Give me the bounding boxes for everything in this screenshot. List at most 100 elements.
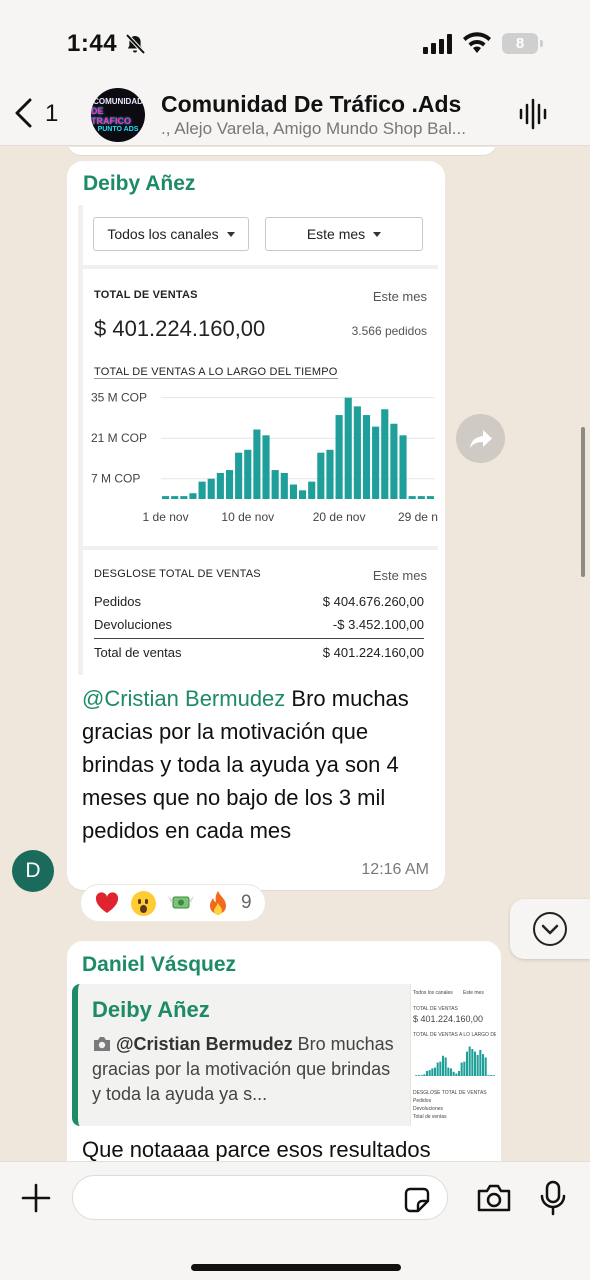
home-indicator [191, 1264, 401, 1271]
message-input-field[interactable] [72, 1175, 448, 1220]
chat-title[interactable]: Comunidad De Tráfico .Ads [161, 91, 461, 118]
chart-bar [171, 496, 179, 499]
chart-bar [399, 435, 407, 499]
channel-filter: Todos los canales [93, 217, 249, 251]
message-text: @Cristian Bermudez Bro muchas gracias po… [82, 686, 409, 843]
chart-bar [408, 496, 416, 499]
scroll-to-bottom-button[interactable] [510, 899, 590, 959]
camera-icon[interactable] [476, 1182, 512, 1214]
chart-bar [299, 490, 307, 499]
sender-avatar[interactable]: D [12, 850, 54, 892]
plus-icon[interactable] [20, 1182, 52, 1214]
microphone-icon[interactable] [540, 1180, 566, 1216]
cellular-signal-icon [423, 34, 452, 54]
previous-message-bubble[interactable] [67, 147, 497, 155]
thumbnail-chart-bar [457, 1070, 461, 1076]
chat-members[interactable]: ., Alejo Varela, Amigo Mundo Shop Bal... [161, 119, 501, 139]
forward-button[interactable] [456, 414, 505, 463]
heart-reaction-icon [96, 892, 119, 913]
thumbnail-chart-bar [439, 1061, 442, 1076]
back-chevron-icon[interactable] [10, 96, 38, 130]
thumbnail-chart-bar [452, 1071, 455, 1076]
voice-chat-icon[interactable] [518, 98, 548, 130]
thumbnail-chart-bar [492, 1075, 495, 1076]
y-tick-label: 21 M COP [91, 431, 147, 445]
thumbnail-chart-bar [455, 1073, 458, 1076]
chart-bar [344, 397, 352, 499]
chart-bar [381, 409, 389, 499]
quoted-text: @Cristian Bermudez Bro muchas gracias po… [92, 1034, 394, 1104]
thumbnail-chart-bar [428, 1070, 431, 1076]
forward-arrow-icon [469, 429, 492, 448]
chart-bar [207, 478, 215, 499]
thumbnail-chart-bar [479, 1049, 482, 1076]
chat-header: 1 COMUNIDAD DE TRAFICO PUNTO ADS Comunid… [0, 84, 590, 146]
fire-reaction-icon [210, 891, 227, 915]
period-filter: Este mes [265, 217, 423, 251]
quoted-sender: Deiby Añez [92, 997, 210, 1022]
thumbnail-bar-chart [415, 1046, 495, 1076]
surprised-face-reaction-icon [131, 890, 157, 916]
thumbnail-chart-bar [420, 1075, 423, 1076]
sticker-icon[interactable] [402, 1185, 432, 1215]
chart-bar [244, 449, 252, 499]
camera-icon [94, 1037, 110, 1051]
chart-bar [225, 470, 234, 499]
thumbnail-chart-bar [473, 1051, 477, 1076]
thumbnail-chart-bar [468, 1046, 471, 1076]
thumbnail-chart-bar [417, 1075, 421, 1076]
chart-title: TOTAL DE VENTAS A LO LARGO DEL TIEMPO [94, 366, 338, 379]
message-sender[interactable]: Daniel Vásquez [82, 953, 236, 977]
thumbnail-chart-bar [415, 1075, 418, 1076]
chart-bar [335, 415, 343, 499]
message-sender[interactable]: Deiby Añez [83, 172, 195, 196]
quoted-message[interactable]: Deiby Añez @Cristian Bermudez Bro muchas… [72, 984, 496, 1126]
chart-bar [362, 415, 371, 499]
thumbnail-chart-bar [471, 1049, 474, 1076]
chart-bar [317, 452, 325, 499]
x-tick-label: 10 de nov [221, 510, 274, 524]
thumbnail-chart-bar [433, 1067, 437, 1076]
battery-level: 8 [515, 35, 525, 52]
message-text: Que notaaaa parce esos resultados [82, 1137, 431, 1161]
bell-muted-icon [125, 33, 146, 55]
sales-screenshot-image[interactable]: Todos los canales Este mes TOTAL DE VENT… [78, 205, 438, 675]
total-sales-value: $ 401.224.160,00 [94, 316, 266, 341]
chart-bar [417, 496, 425, 499]
money-wings-reaction-icon [168, 896, 195, 909]
thumbnail-chart-bar [441, 1055, 445, 1076]
mention-link[interactable]: @Cristian Bermudez [82, 686, 285, 711]
message-bubble[interactable]: Daniel Vásquez Deiby Añez @Cristian Berm… [67, 941, 501, 1161]
quoted-image-thumbnail: Todos los canales Este mes TOTAL DE VENT… [410, 984, 496, 1126]
chart-bar [189, 493, 197, 499]
chat-scrollbar[interactable] [581, 427, 585, 577]
chart-bar [426, 496, 434, 499]
total-sales-label: TOTAL DE VENTAS [94, 289, 198, 301]
chart-bar [326, 449, 334, 499]
thumbnail-chart-bar [436, 1062, 439, 1076]
unread-count[interactable]: 1 [45, 100, 58, 128]
chart-bar [308, 481, 316, 499]
thumbnail-chart-bar [431, 1068, 434, 1076]
message-time: 12:16 AM [361, 861, 429, 878]
group-avatar[interactable]: COMUNIDAD DE TRAFICO PUNTO ADS [91, 88, 145, 142]
thumbnail-chart-bar [484, 1057, 487, 1076]
chat-messages[interactable]: Deiby Añez Todos los canales Este mes TO… [0, 147, 590, 1161]
message-reactions[interactable]: 9 [80, 884, 266, 922]
message-bubble[interactable]: Deiby Añez Todos los canales Este mes TO… [67, 161, 445, 890]
thumbnail-chart-bar [489, 1075, 493, 1076]
chart-bar [180, 496, 188, 499]
message-input[interactable] [87, 1184, 387, 1212]
y-tick-label: 35 M COP [91, 391, 147, 405]
thumbnail-chart-bar [476, 1054, 479, 1076]
breakdown-period: Este mes [372, 568, 427, 583]
thumbnail-chart-bar [487, 1075, 490, 1076]
total-sales-period: Este mes [372, 289, 427, 304]
filters-card: Todos los canales Este mes [83, 205, 438, 265]
thumbnail-chart-bar [425, 1070, 429, 1076]
chart-bar [353, 406, 361, 499]
wifi-icon [463, 32, 491, 53]
thumbnail-chart-bar [481, 1054, 485, 1076]
chart-bar [198, 481, 206, 499]
thumbnail-chart-bar [449, 1068, 453, 1076]
